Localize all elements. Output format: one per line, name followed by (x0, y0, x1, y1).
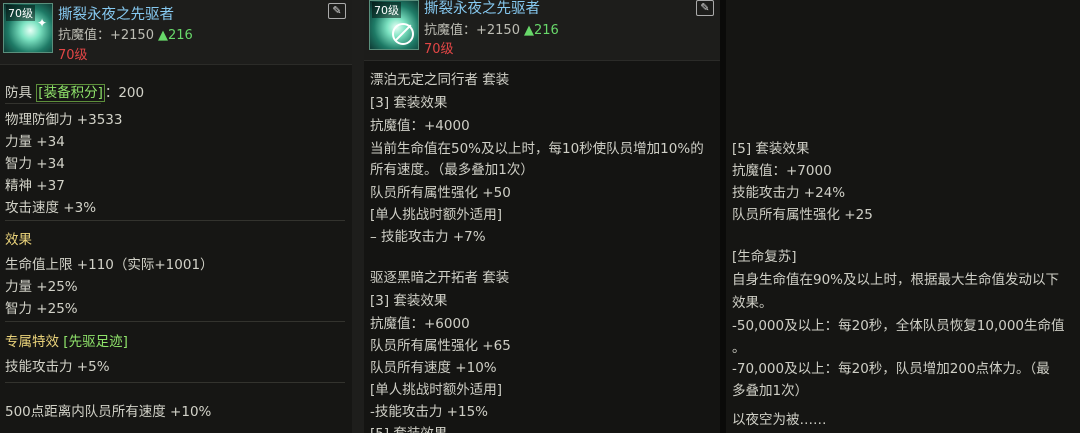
special-effect-title: 专属特效 (5, 334, 59, 350)
resist-increase: ▲216 (523, 23, 559, 38)
effect-section-title: 效果 (5, 232, 32, 248)
set-effect-line: 抗魔值：+4000 (370, 118, 470, 134)
set-effect-header: [3] 套装效果 (370, 293, 448, 309)
item-icon[interactable]: 70级 ✦ (3, 3, 53, 53)
set-name-line: 驱逐黑暗之开拓者 套装 (370, 270, 510, 286)
set-effect-line: 技能攻击力 +24% (732, 185, 846, 201)
resist-value: 抗魔值：+2150 ▲216 (424, 19, 559, 38)
set-effect-header: [5] 套装效果 (732, 141, 810, 157)
resist-label: 抗魔值：+2150 (58, 28, 154, 43)
effect-line: 生命值上限 +110（实际+1001） (5, 257, 214, 273)
skill-description-line: -70,000及以上：每20秒，队员增加200点体力。（最 (732, 361, 1050, 377)
set-effect-line: – 技能攻击力 +7% (370, 229, 486, 245)
skill-description-line: 。 (732, 340, 746, 356)
stat-line: 力量 +34 (5, 134, 65, 150)
divider (5, 220, 345, 221)
edit-icon[interactable]: ✎ (328, 3, 346, 19)
equipment-score-tag[interactable]: [装备积分] (36, 84, 105, 102)
set-effect-line: 抗魔值：+7000 (732, 163, 832, 179)
item-level-badge: 70级 (372, 2, 401, 18)
stat-line: 攻击速度 +3% (5, 200, 97, 216)
set-effect-line: 抗魔值：+6000 (370, 316, 470, 332)
stat-line: 精神 +37 (5, 178, 65, 194)
resist-increase: ▲216 (157, 28, 193, 43)
item-level-text: 70级 (58, 48, 88, 63)
edit-icon[interactable]: ✎ (696, 0, 714, 16)
item-icon[interactable]: 70级 (369, 0, 419, 50)
item-tooltip-panel-2: 70级 撕裂永夜之先驱者 抗魔值：+2150 ▲216 70级 ✎ 漂泊无定之同行… (364, 0, 720, 433)
stat-line: 智力 +34 (5, 156, 65, 172)
skill-description-line: 自身生命值在90%及以上时，根据最大生命值发动以下 (732, 272, 1060, 288)
disabled-icon (392, 23, 414, 45)
set-effect-line: -技能攻击力 +15% (370, 404, 488, 420)
set-effect-line: 当前生命值在50%及以上时，每10秒使队员增加10%的 (370, 141, 704, 157)
set-effect-line: 队员所有属性强化 +25 (732, 207, 873, 223)
effect-line: 力量 +25% (5, 279, 78, 295)
set-effect-header: [5] 套装效果 (370, 422, 447, 433)
special-effect-tag: [先驱足迹] (63, 334, 128, 350)
stat-line: 物理防御力 +3533 (5, 112, 123, 128)
set-name-line: 漂泊无定之同行者 套装 (370, 72, 510, 88)
divider (5, 103, 101, 104)
item-header: 70级 ✦ 撕裂永夜之先驱者 抗魔值：+2150 ▲216 70级 ✎ (0, 0, 352, 65)
set-effect-line: [单人挑战时额外适用] (370, 382, 503, 398)
item-tooltip-panel-1: 70级 ✦ 撕裂永夜之先驱者 抗魔值：+2150 ▲216 70级 ✎ 防具 [装… (0, 0, 352, 433)
item-header: 70级 撕裂永夜之先驱者 抗魔值：+2150 ▲216 70级 ✎ (364, 0, 720, 61)
equipment-score-value: ：200 (104, 85, 145, 101)
divider (5, 382, 345, 383)
armor-score-line: 防具 [装备积分] ：200 (5, 81, 145, 102)
sparkle-icon: ✦ (36, 16, 47, 30)
special-skill-title: [生命复苏] (732, 249, 797, 265)
resist-value: 抗魔值：+2150 ▲216 (58, 24, 193, 43)
set-effect-line: 队员所有速度 +10% (370, 360, 497, 376)
divider (5, 321, 345, 322)
resist-label: 抗魔值：+2150 (424, 23, 520, 38)
flavor-text: 以夜空为被…… (732, 412, 827, 428)
item-level-badge: 70级 (6, 5, 35, 21)
item-name: 撕裂永夜之先驱者 (424, 1, 540, 17)
set-effect-line: 队员所有属性强化 +65 (370, 338, 511, 354)
skill-description-line: 多叠加1次） (732, 383, 809, 399)
special-stat-line: 技能攻击力 +5% (5, 359, 110, 375)
special-effect-title-line: 专属特效 [先驱足迹] (5, 330, 128, 350)
set-effect-line: 队员所有属性强化 +50 (370, 185, 511, 201)
set-effect-line: 所有速度。（最多叠加1次） (370, 162, 534, 178)
effect-line: 智力 +25% (5, 301, 78, 317)
set-effect-line: [单人挑战时额外适用] (370, 207, 503, 223)
set-effect-header: [3] 套装效果 (370, 95, 448, 111)
item-tooltip-panel-3: [5] 套装效果 抗魔值：+7000 技能攻击力 +24% 队员所有属性强化 +… (726, 0, 1080, 433)
skill-description-line: -50,000及以上：每20秒，全体队员恢复10,000生命值 (732, 318, 1065, 334)
item-level-text: 70级 (424, 42, 454, 57)
footer-effect-line: 500点距离内队员所有速度 +10% (5, 404, 212, 420)
background-strip (352, 0, 364, 433)
armor-type: 防具 (5, 85, 32, 101)
item-name: 撕裂永夜之先驱者 (58, 7, 174, 23)
skill-description-line: 效果。 (732, 295, 773, 311)
